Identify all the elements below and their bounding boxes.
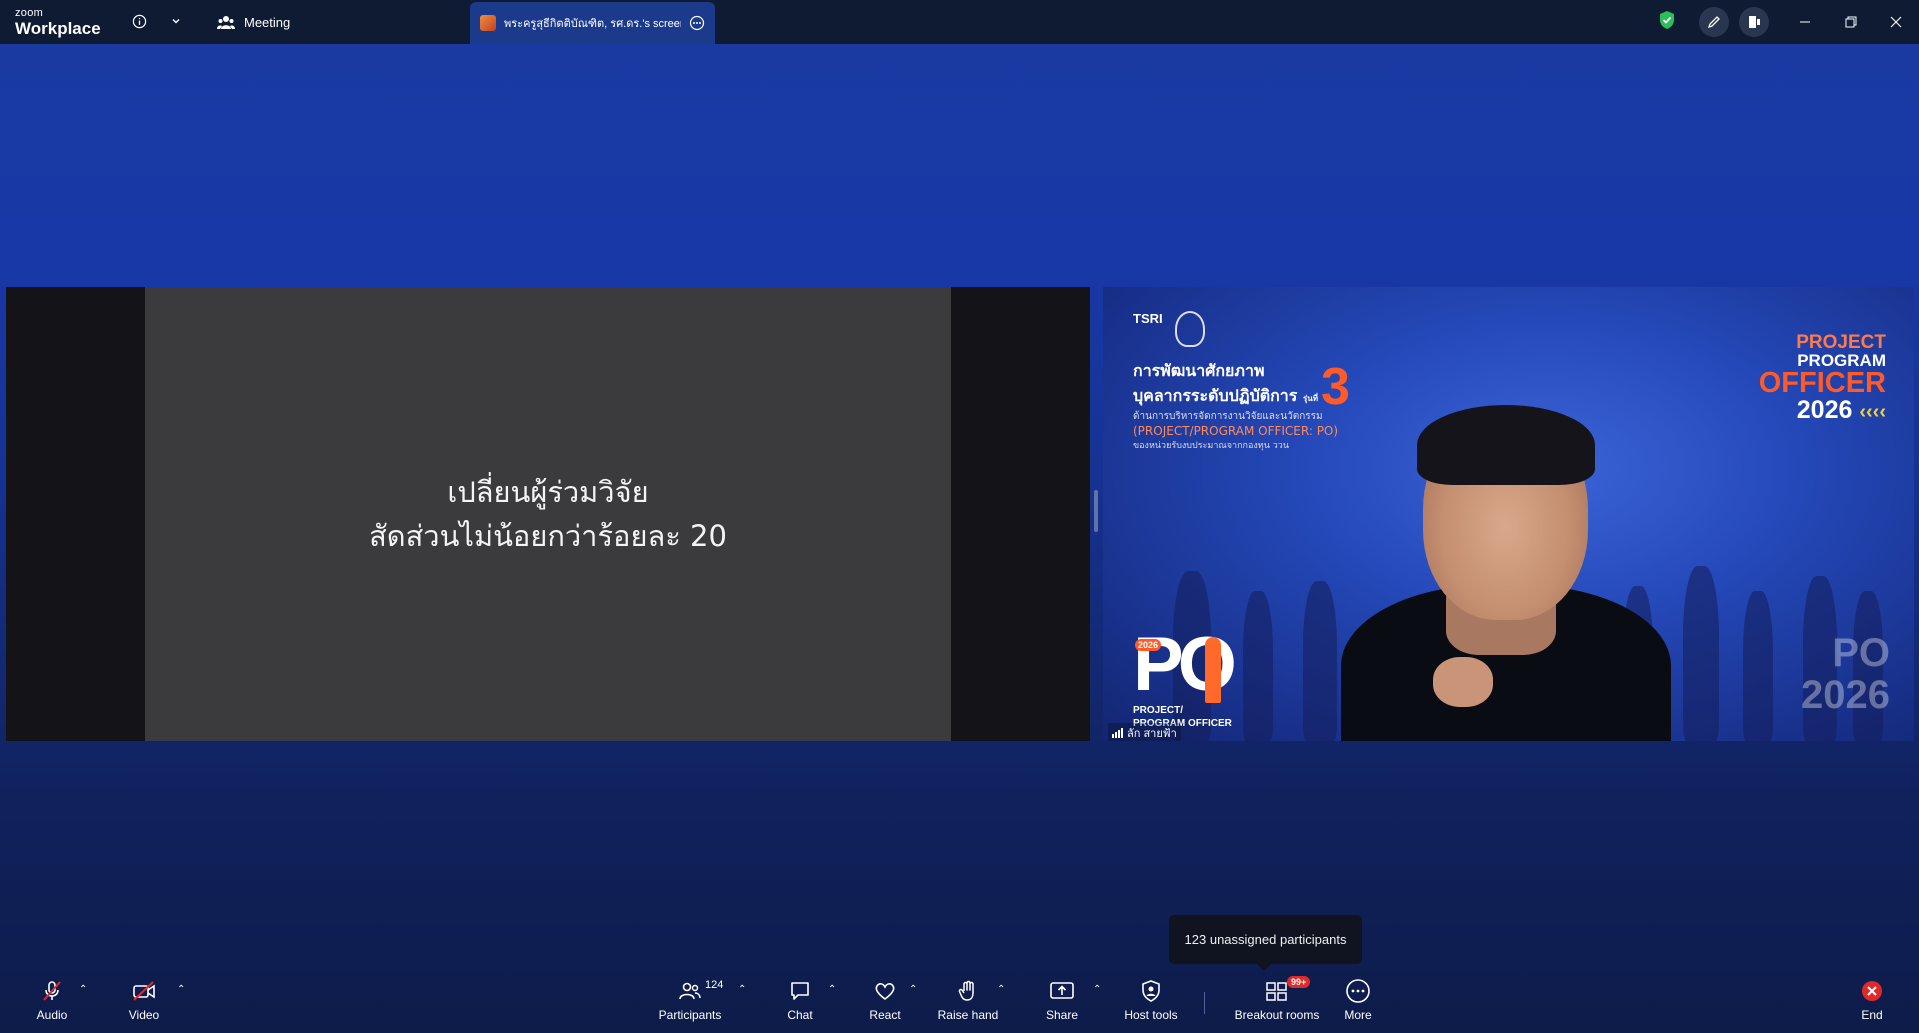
toolbar-separator (1204, 992, 1205, 1014)
po-figure-icon (1205, 637, 1221, 703)
react-label: React (869, 1008, 901, 1022)
banner-right-year: 2026 (1796, 396, 1853, 424)
chat-button[interactable]: Chat (755, 976, 845, 1022)
share-options-chevron-icon[interactable]: ⌃ (1093, 984, 1101, 995)
po-logo-year: 2026 (1135, 639, 1162, 651)
po-2026-logo: PO 2026 PROJECT/ PROGRAM OFFICER (1133, 627, 1237, 730)
zoom-workplace-logo: zoom Workplace (15, 7, 101, 38)
banner-right-title: PROJECT PROGRAM OFFICER 2026 ‹‹‹‹ (1759, 333, 1886, 423)
raise-hand-button[interactable]: Raise hand (923, 976, 1013, 1022)
po-watermark: PO 2026 (1801, 632, 1890, 716)
banner-line-3: ด้านการบริหารจัดการงานวิจัยและนวัตกรรม (1133, 411, 1323, 422)
camera-off-icon (133, 981, 155, 1001)
audio-button[interactable]: Audio (7, 976, 97, 1022)
participants-label: Participants (658, 1008, 722, 1022)
end-meeting-button[interactable]: End (1827, 976, 1917, 1022)
signal-strength-icon (1112, 728, 1123, 738)
side-panel-icon[interactable] (1739, 7, 1769, 37)
slide-line-1: เปลี่ยนผู้ร่วมวิจัย (447, 475, 649, 509)
heart-icon (875, 983, 895, 1001)
more-options-icon[interactable] (689, 15, 705, 31)
chat-label: Chat (787, 1008, 813, 1022)
restore-window-icon[interactable] (1839, 10, 1863, 34)
share-button[interactable]: Share (1017, 976, 1107, 1022)
shared-screen-tab-label: พระครูสุธีกิตติบัณฑิต, รศ.ดร.'s screen (504, 18, 681, 30)
breakout-rooms-label: Breakout rooms (1234, 1008, 1320, 1022)
tsri-logo-text: TSRI (1133, 311, 1163, 326)
sharer-avatar-icon (480, 15, 496, 31)
raise-hand-label: Raise hand (937, 1008, 999, 1022)
meeting-label: Meeting (244, 14, 291, 30)
presentation-slide: เปลี่ยนผู้ร่วมวิจัย สัดส่วนไม่น้อยกว่าร้… (145, 287, 951, 741)
more-button[interactable]: More (1313, 976, 1403, 1022)
university-seal-icon (1175, 311, 1205, 347)
encryption-shield-icon[interactable] (1658, 10, 1676, 35)
minimize-icon[interactable] (1793, 10, 1817, 34)
breakout-rooms-badge: 99+ (1287, 976, 1311, 988)
react-options-chevron-icon[interactable]: ⌃ (909, 984, 917, 995)
shared-screen-view[interactable]: เปลี่ยนผู้ร่วมวิจัย สัดส่วนไม่น้อยกว่าร้… (6, 287, 1090, 741)
video-label: Video (128, 1008, 160, 1022)
chevrons-icon: ‹‹‹‹ (1859, 401, 1886, 423)
participants-options-chevron-icon[interactable]: ⌃ (738, 984, 746, 995)
react-button[interactable]: React (840, 976, 930, 1022)
chevron-down-icon[interactable] (165, 10, 187, 32)
title-bar: zoom Workplace Meeting พระครูสุธีกิตติบั… (0, 0, 1919, 44)
speaker-video-tile[interactable]: TSRI การพัฒนาศักยภาพ บุคลากรระดับปฏิบัติ… (1103, 287, 1914, 741)
banner-right-line-1: PROJECT (1796, 332, 1886, 353)
participants-group-icon (217, 16, 235, 29)
microphone-muted-icon (43, 981, 61, 1001)
annotate-pen-icon[interactable] (1699, 7, 1729, 37)
end-label: End (1861, 1008, 1883, 1022)
more-dots-icon (1346, 979, 1370, 1003)
speaker-name-tag: ลัก สายฟ้า (1108, 723, 1181, 741)
batch-number: 3 (1321, 358, 1350, 416)
participants-count: 124 (705, 979, 724, 991)
banner-line-5: ของหน่วยรับงบประมาณจากกองทุน ววน (1133, 441, 1289, 451)
host-tools-label: Host tools (1124, 1008, 1178, 1022)
video-options-chevron-icon[interactable]: ⌃ (177, 984, 185, 995)
logo-workplace-text: Workplace (15, 19, 101, 38)
host-shield-icon (1142, 980, 1160, 1002)
breakout-tooltip: 123 unassigned participants (1169, 915, 1362, 971)
raise-hand-options-chevron-icon[interactable]: ⌃ (997, 984, 1005, 995)
banner-line-2-small: รุ่นที่ (1302, 394, 1318, 403)
audio-options-chevron-icon[interactable]: ⌃ (79, 984, 87, 995)
speaker-person (1341, 405, 1671, 741)
banner-line-1: การพัฒนาศักยภาพ (1133, 361, 1265, 380)
tsri-logo: TSRI (1133, 311, 1163, 326)
banner-left-text: การพัฒนาศักยภาพ บุคลากรระดับปฏิบัติการ ร… (1133, 359, 1338, 452)
banner-right-line-3: OFFICER (1758, 367, 1886, 399)
chat-options-chevron-icon[interactable]: ⌃ (828, 984, 836, 995)
banner-line-2: บุคลากรระดับปฏิบัติการ รุ่นที่ (1133, 384, 1338, 409)
po-watermark-line-1: PO (1832, 631, 1890, 675)
share-label: Share (1045, 1008, 1079, 1022)
logo-zoom-text: zoom (15, 7, 44, 19)
banner-right-line-4: 2026 ‹‹‹‹ (1759, 398, 1886, 423)
meeting-toolbar: Audio ⌃ Video ⌃ 124 Participants ⌃ Chat … (0, 970, 1919, 1033)
host-tools-button[interactable]: Host tools (1106, 976, 1196, 1022)
speaker-name: ลัก สายฟ้า (1127, 728, 1177, 740)
po-watermark-line-2: 2026 (1801, 673, 1890, 717)
close-window-icon[interactable] (1884, 10, 1908, 34)
info-icon[interactable] (128, 10, 150, 32)
audio-label: Audio (36, 1008, 68, 1022)
end-close-icon (1862, 981, 1882, 1001)
share-screen-icon (1050, 982, 1074, 999)
more-label: More (1344, 1008, 1372, 1022)
meeting-tab[interactable]: Meeting (217, 0, 290, 44)
raise-hand-icon (958, 980, 974, 1001)
banner-line-4: (PROJECT/PROGRAM OFFICER: PO) (1133, 424, 1339, 438)
video-button[interactable]: Video (99, 976, 189, 1022)
resize-divider-handle[interactable] (1094, 490, 1098, 532)
chat-bubble-icon (791, 982, 809, 1000)
shared-screen-tab[interactable]: พระครูสุธีกิตติบัณฑิต, รศ.ดร.'s screen (470, 2, 715, 44)
slide-line-2: สัดส่วนไม่น้อยกว่าร้อยละ 20 (369, 519, 727, 553)
participants-icon (679, 982, 701, 1000)
banner-line-2-main: บุคลากรระดับปฏิบัติการ (1133, 386, 1298, 405)
participants-button[interactable]: 124 Participants (645, 976, 735, 1022)
